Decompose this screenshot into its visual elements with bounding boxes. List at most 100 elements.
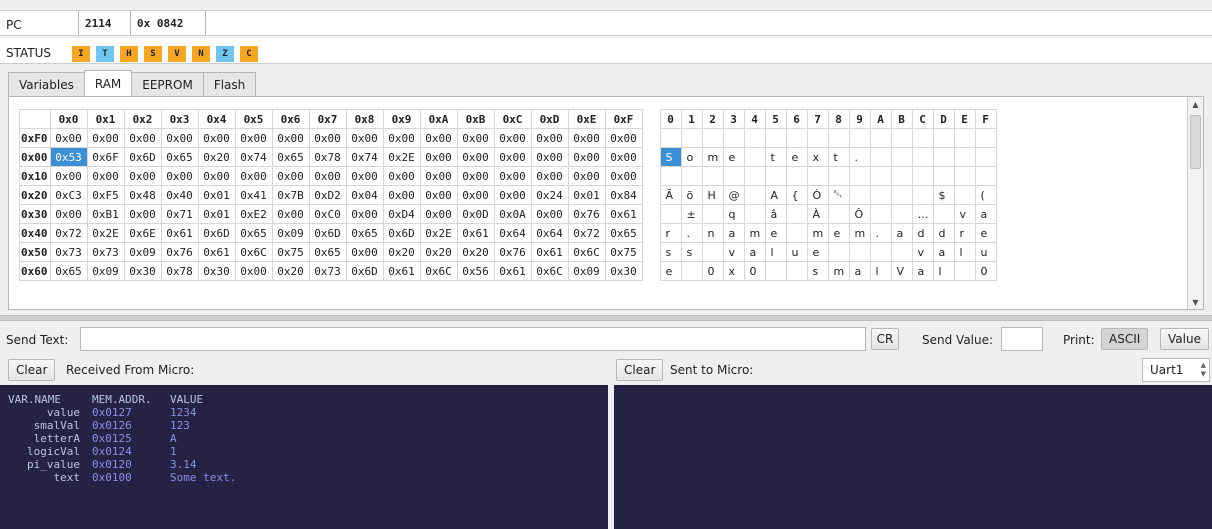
- hex-cell[interactable]: 0x56: [456, 261, 495, 281]
- ascii-cell[interactable]: A: [764, 185, 787, 205]
- ascii-cell[interactable]: l: [932, 261, 955, 281]
- ascii-cell[interactable]: a: [743, 242, 766, 262]
- ascii-cell[interactable]: d: [932, 223, 955, 243]
- hex-cell[interactable]: 0x00: [234, 261, 273, 281]
- ascii-cell[interactable]: 0: [974, 261, 997, 281]
- hex-cell[interactable]: 0x00: [308, 166, 347, 186]
- hex-cell[interactable]: 0x61: [382, 261, 421, 281]
- hex-cell[interactable]: 0x00: [271, 204, 310, 224]
- ascii-cell[interactable]: [848, 242, 871, 262]
- ascii-cell[interactable]: [659, 128, 682, 148]
- hex-cell[interactable]: 0x00: [530, 204, 569, 224]
- hex-cell[interactable]: 0x6C: [567, 242, 606, 262]
- hex-cell[interactable]: 0x65: [604, 223, 643, 243]
- ascii-cell[interactable]: [680, 166, 703, 186]
- hex-cell[interactable]: 0x0D: [456, 204, 495, 224]
- hex-cell[interactable]: 0x00: [271, 128, 310, 148]
- hex-cell[interactable]: 0x00: [456, 128, 495, 148]
- ascii-cell[interactable]: l: [764, 242, 787, 262]
- ascii-cell[interactable]: e: [722, 147, 745, 167]
- hex-cell[interactable]: 0x65: [234, 223, 273, 243]
- hex-cell[interactable]: 0x00: [419, 147, 458, 167]
- tab-flash[interactable]: Flash: [202, 72, 257, 96]
- hex-cell[interactable]: 0x00: [160, 128, 199, 148]
- ascii-cell[interactable]: [827, 204, 850, 224]
- hex-cell[interactable]: 0x72: [49, 223, 88, 243]
- ascii-cell[interactable]: a: [974, 204, 997, 224]
- ascii-cell[interactable]: [701, 242, 724, 262]
- hex-cell[interactable]: 0x00: [160, 166, 199, 186]
- ascii-cell[interactable]: [869, 147, 892, 167]
- print-ascii-button[interactable]: ASCII: [1101, 328, 1149, 350]
- tab-eeprom[interactable]: EEPROM: [131, 72, 204, 96]
- hex-cell[interactable]: 0x0A: [493, 204, 532, 224]
- hex-cell[interactable]: 0xC3: [49, 185, 88, 205]
- hex-cell[interactable]: 0x6D: [382, 223, 421, 243]
- ascii-cell[interactable]: s: [659, 242, 682, 262]
- ascii-cell[interactable]: a: [890, 223, 913, 243]
- hex-cell[interactable]: 0x41: [234, 185, 273, 205]
- ascii-cell[interactable]: [785, 223, 808, 243]
- hex-cell[interactable]: 0x74: [234, 147, 273, 167]
- hex-cell[interactable]: 0x09: [123, 242, 162, 262]
- send-text-input[interactable]: [80, 327, 866, 351]
- ascii-cell[interactable]: [974, 166, 997, 186]
- ascii-cell[interactable]: s: [806, 261, 829, 281]
- hex-cell[interactable]: 0x00: [123, 128, 162, 148]
- hex-cell[interactable]: 0x00: [123, 166, 162, 186]
- uart-select[interactable]: Uart1 ▲ ▼: [1142, 358, 1210, 382]
- ascii-cell[interactable]: a: [722, 223, 745, 243]
- hex-cell[interactable]: 0x61: [160, 223, 199, 243]
- ascii-cell[interactable]: â: [764, 204, 787, 224]
- ascii-cell[interactable]: [974, 147, 997, 167]
- ascii-cell[interactable]: [785, 261, 808, 281]
- ascii-cell[interactable]: [869, 166, 892, 186]
- hex-cell[interactable]: 0xD4: [382, 204, 421, 224]
- ascii-cell[interactable]: [890, 128, 913, 148]
- ascii-cell[interactable]: m: [743, 223, 766, 243]
- hex-cell[interactable]: 0x61: [493, 261, 532, 281]
- hex-cell[interactable]: 0x61: [604, 204, 643, 224]
- ascii-cell[interactable]: e: [659, 261, 682, 281]
- hex-cell[interactable]: 0x6D: [345, 261, 384, 281]
- ascii-cell[interactable]: @: [722, 185, 745, 205]
- hex-cell[interactable]: 0x00: [493, 147, 532, 167]
- ascii-cell[interactable]: a: [911, 261, 934, 281]
- panel-splitter[interactable]: [0, 315, 1212, 321]
- hex-cell[interactable]: 0xF5: [86, 185, 125, 205]
- hex-cell[interactable]: 0x00: [419, 204, 458, 224]
- ascii-cell[interactable]: [953, 147, 976, 167]
- ascii-cell[interactable]: .: [848, 147, 871, 167]
- ascii-cell[interactable]: m: [848, 223, 871, 243]
- tab-ram[interactable]: RAM: [83, 70, 133, 96]
- hex-cell[interactable]: 0x64: [530, 223, 569, 243]
- ascii-cell[interactable]: l: [953, 242, 976, 262]
- ascii-cell[interactable]: d: [911, 223, 934, 243]
- ascii-cell[interactable]: [911, 147, 934, 167]
- ascii-cell[interactable]: a: [848, 261, 871, 281]
- ascii-cell[interactable]: [680, 128, 703, 148]
- ascii-cell[interactable]: s: [680, 242, 703, 262]
- hex-cell[interactable]: 0x6D: [123, 147, 162, 167]
- ascii-cell[interactable]: [722, 166, 745, 186]
- ascii-cell[interactable]: [869, 242, 892, 262]
- hex-cell[interactable]: 0x00: [419, 166, 458, 186]
- ascii-cell[interactable]: [890, 147, 913, 167]
- hex-cell[interactable]: 0x00: [197, 128, 236, 148]
- ascii-cell[interactable]: (: [974, 185, 997, 205]
- hex-cell[interactable]: 0x00: [234, 166, 273, 186]
- hex-cell[interactable]: 0xD2: [308, 185, 347, 205]
- hex-cell[interactable]: 0x76: [493, 242, 532, 262]
- hex-cell[interactable]: 0x00: [419, 185, 458, 205]
- print-value-button[interactable]: Value: [1160, 328, 1209, 350]
- hex-cell[interactable]: 0x00: [345, 204, 384, 224]
- ascii-cell[interactable]: [953, 185, 976, 205]
- hex-cell[interactable]: 0x61: [456, 223, 495, 243]
- clear-received-button[interactable]: Clear: [8, 359, 56, 381]
- hex-cell[interactable]: 0x00: [604, 147, 643, 167]
- hex-cell[interactable]: 0x75: [271, 242, 310, 262]
- hex-cell[interactable]: 0x6F: [86, 147, 125, 167]
- hex-cell[interactable]: 0x6C: [530, 261, 569, 281]
- hex-cell[interactable]: 0x6C: [419, 261, 458, 281]
- ascii-cell[interactable]: v: [722, 242, 745, 262]
